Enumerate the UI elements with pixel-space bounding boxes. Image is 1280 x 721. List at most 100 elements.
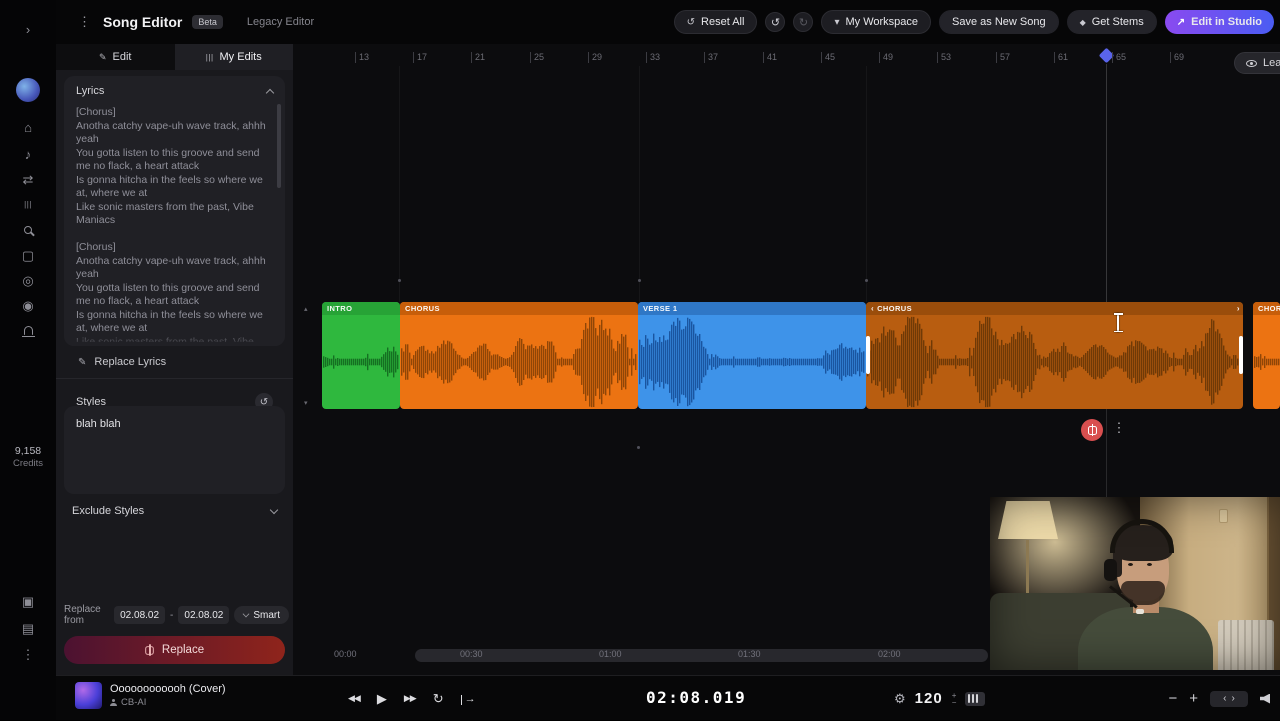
rewind-button[interactable]: ◀◀ [348, 693, 360, 704]
trim-right-icon[interactable]: › [1237, 302, 1240, 315]
section-boundary-dot[interactable] [637, 446, 640, 449]
scroll-arrows[interactable]: ‹ › [1210, 691, 1248, 707]
clip-menu-button[interactable]: ⋮ [1111, 420, 1127, 440]
clip-verse-1[interactable]: VERSE 1 [638, 302, 866, 409]
reset-all-button[interactable]: ↺ Reset All [674, 10, 758, 34]
broadcast-icon[interactable]: ◉ [0, 298, 56, 314]
avatar[interactable] [16, 78, 40, 102]
smart-dropdown[interactable]: Smart [234, 606, 289, 624]
clip-chorus[interactable]: ‹CHORUS› [866, 302, 1243, 409]
styles-input[interactable]: blah blah [64, 406, 285, 494]
player-bar: Oooooooooooh (Cover) CB-AI ◀◀ ▶ ▶▶ ↻ → 0… [56, 675, 1280, 720]
save-as-new-song-button[interactable]: Save as New Song [939, 10, 1059, 34]
get-stems-button[interactable]: ◆ Get Stems [1067, 10, 1157, 34]
webcam-person-eye [1128, 563, 1133, 566]
ruler-tick-29: 29 [588, 52, 602, 63]
reset-all-label: Reset All [701, 16, 744, 28]
collapse-lyrics-icon[interactable] [266, 88, 274, 96]
stems-icon[interactable]: ⇄ [0, 172, 56, 188]
learn-button[interactable]: Learn [1234, 52, 1280, 74]
volume-icon[interactable] [1260, 694, 1270, 704]
clip-trim-handle-right[interactable] [1239, 336, 1243, 374]
record-icon[interactable]: ◎ [0, 273, 56, 289]
lyrics-fade [64, 330, 285, 346]
clip-chorus[interactable]: CHORUS [400, 302, 638, 409]
gear-icon[interactable]: ⚙ [894, 691, 906, 707]
section-boundary-dot[interactable] [865, 279, 868, 282]
bpm-decrease[interactable]: − [952, 699, 957, 706]
legacy-editor-link[interactable]: Legacy Editor [247, 16, 314, 28]
clip-intro[interactable]: INTRO [322, 302, 400, 409]
replace-section-button[interactable] [1081, 419, 1103, 441]
scroll-right-icon[interactable]: › [1232, 693, 1235, 704]
clip-trim-handle-left[interactable] [866, 336, 870, 374]
pencil-icon: ✎ [99, 52, 107, 63]
webcam-person-eye [1147, 563, 1152, 566]
home-icon[interactable]: ⌂ [0, 120, 56, 136]
forward-button[interactable]: ▶▶ [404, 693, 416, 704]
library-icon[interactable]: ||| [0, 197, 56, 213]
redo-button[interactable]: ↻ [793, 12, 813, 32]
jump-to-playhead-button[interactable]: → [461, 693, 476, 705]
tab-edit[interactable]: ✎ Edit [56, 44, 175, 70]
section-boundary-dot[interactable] [638, 279, 641, 282]
webcam-headset-mic-boom [1109, 585, 1138, 608]
clip-chorus[interactable]: CHORUS [1253, 302, 1280, 409]
webcam-person-neck [1133, 595, 1159, 613]
lyrics-scrollbar[interactable] [277, 104, 281, 188]
music-icon[interactable]: ♪ [0, 147, 56, 163]
clip-waveform [1253, 315, 1280, 409]
zoom-out-button[interactable]: − [1168, 690, 1177, 707]
timeline-scrollbar-thumb[interactable] [415, 649, 988, 662]
gift-icon[interactable]: ▣ [0, 594, 56, 610]
track-collapse-up-icon[interactable]: ▴ [304, 305, 308, 313]
replace-lyrics-button[interactable]: ✎ Replace Lyrics [64, 350, 285, 374]
playhead-line-upper [1106, 64, 1107, 302]
undo-button[interactable]: ↺ [765, 12, 785, 32]
webcam-wall [1140, 497, 1280, 670]
trim-left-icon[interactable]: ‹ [871, 302, 874, 315]
more-icon[interactable]: ⋮ [0, 647, 56, 663]
exclude-styles-toggle[interactable]: Exclude Styles [64, 500, 285, 522]
workspace-dropdown[interactable]: ▾ My Workspace [821, 10, 931, 34]
bpm-value[interactable]: 120 [915, 690, 943, 707]
replace-to-value[interactable]: 02.08.02 [178, 606, 229, 624]
scroll-left-icon[interactable]: ‹ [1223, 693, 1226, 704]
search-icon[interactable] [0, 222, 56, 238]
bpm-stepper[interactable]: + − [952, 692, 957, 706]
section-gridline [639, 66, 640, 302]
archive-icon[interactable]: ▤ [0, 621, 56, 637]
edit-in-studio-button[interactable]: ↗ Edit in Studio [1165, 10, 1274, 34]
album-art[interactable] [75, 682, 102, 709]
expand-icon[interactable]: › [0, 22, 56, 38]
tab-my-edits-label: My Edits [220, 51, 262, 63]
styles-value: blah blah [76, 418, 121, 430]
song-title[interactable]: Oooooooooooh (Cover) [110, 683, 226, 695]
track-collapse-down-icon[interactable]: ▾ [304, 399, 308, 407]
zoom-in-button[interactable]: + [1189, 690, 1198, 707]
range-separator: - [170, 610, 173, 621]
clip-waveform [638, 315, 866, 409]
ruler-tick-53: 53 [937, 52, 951, 63]
section-boundary-dot[interactable] [398, 279, 401, 282]
notifications-icon[interactable] [0, 323, 56, 339]
tab-my-edits[interactable]: ||| My Edits [175, 44, 294, 70]
webcam-headset-band [1110, 519, 1174, 553]
artist-icon [110, 699, 117, 706]
panel-tabs: ✎ Edit ||| My Edits [56, 44, 293, 70]
page-title: Song Editor [103, 14, 182, 30]
replace-button[interactable]: Replace [64, 636, 285, 664]
play-button[interactable]: ▶ [377, 691, 387, 707]
create-icon[interactable]: ▢ [0, 248, 56, 264]
ruler-tick-45: 45 [821, 52, 835, 63]
webcam-radiator [1218, 620, 1274, 670]
exclude-styles-label: Exclude Styles [72, 505, 144, 517]
editor-menu-icon[interactable]: ⋮ [78, 14, 93, 30]
replace-from-value[interactable]: 02.08.02 [114, 606, 165, 624]
undo-icon: ↺ [687, 17, 695, 28]
piano-roll-icon[interactable] [965, 692, 985, 706]
ruler-tick-25: 25 [530, 52, 544, 63]
lyrics-text[interactable]: [Chorus] Anotha catchy vape-uh wave trac… [76, 106, 273, 342]
loop-button[interactable]: ↻ [433, 691, 444, 707]
webcam-headset-mic [1136, 609, 1144, 614]
